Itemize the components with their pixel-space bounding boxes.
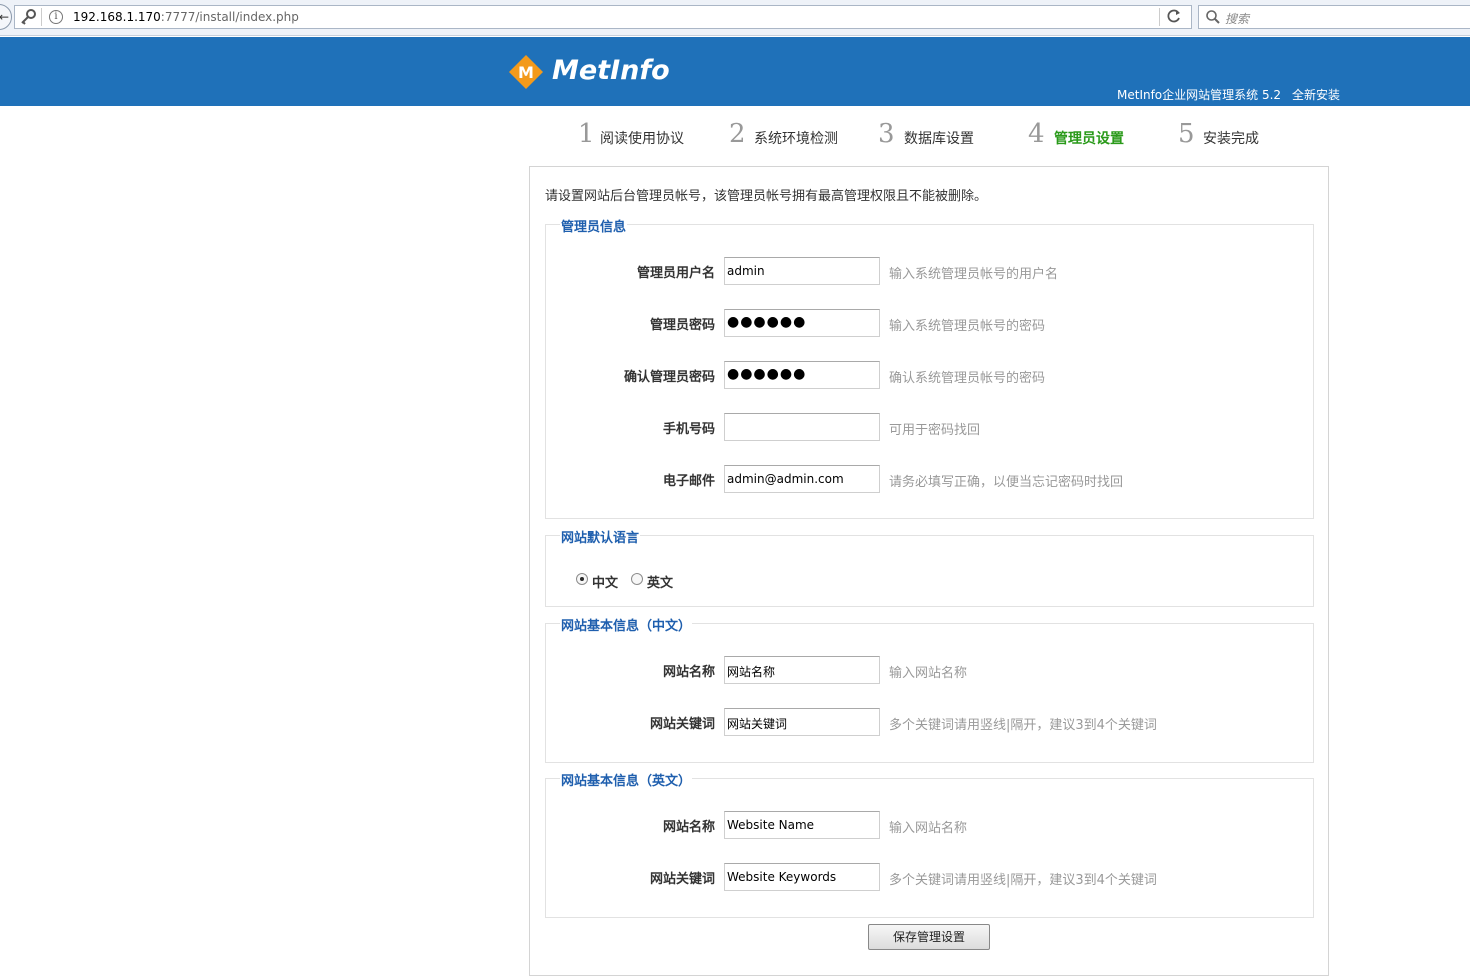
search-icon (1205, 9, 1221, 25)
section-title: 网站基本信息（中文） (560, 615, 693, 634)
step-label: 安装完成 (1203, 131, 1259, 147)
cn-keywords-row: 网站关键词 网站关键词 多个关键词请用竖线|隔开，建议3到4个关键词 (546, 708, 1315, 736)
confirm-password-input[interactable]: ●●●●●● (724, 361, 880, 389)
email-input[interactable]: admin@admin.com (724, 465, 880, 493)
field-label: 确认管理员密码 (623, 370, 715, 385)
field-hint: 多个关键词请用竖线|隔开，建议3到4个关键词 (889, 873, 1157, 888)
key-icon[interactable] (19, 8, 37, 26)
site-header: M MetInfo MetInfo企业网站管理系统 5.2 全新安装 (0, 37, 1470, 106)
field-hint: 输入网站名称 (889, 666, 968, 681)
step-label: 数据库设置 (904, 131, 974, 147)
divider (1159, 8, 1160, 26)
browser-toolbar: ← i 192.168.1.170:7777/install/index.php… (0, 0, 1470, 36)
system-version: MetInfo企业网站管理系统 5.2 (1117, 88, 1282, 102)
search-input[interactable]: 搜索 (1198, 5, 1470, 29)
intro-text: 请设置网站后台管理员帐号，该管理员帐号拥有最高管理权限且不能被删除。 (545, 189, 988, 204)
cn-keywords-input[interactable]: 网站关键词 (724, 708, 880, 736)
section-title: 管理员信息 (560, 216, 628, 235)
admin-username-input[interactable]: admin (724, 257, 880, 285)
field-label: 管理员用户名 (636, 266, 715, 281)
section-title: 网站基本信息（英文） (560, 770, 693, 789)
address-bar[interactable]: i 192.168.1.170:7777/install/index.php (14, 5, 1192, 29)
metinfo-logo-icon: M (508, 54, 544, 90)
field-label: 电子邮件 (662, 474, 715, 489)
admin-info-section: 管理员信息 管理员用户名 admin 输入系统管理员帐号的用户名 管理员密码 ●… (545, 216, 1315, 519)
field-hint: 可用于密码找回 (889, 423, 981, 438)
radio-label: 英文 (647, 576, 674, 591)
admin-password-input[interactable]: ●●●●●● (724, 309, 880, 337)
en-keywords-input[interactable]: Website Keywords (724, 863, 880, 891)
field-label: 手机号码 (662, 422, 715, 437)
basic-info-english-section: 网站基本信息（英文） 网站名称 Website Name 输入网站名称 网站关键… (545, 770, 1315, 918)
en-site-name-row: 网站名称 Website Name 输入网站名称 (546, 811, 1315, 839)
save-settings-button[interactable]: 保存管理设置 (868, 924, 990, 950)
phone-input[interactable] (724, 413, 880, 441)
step-label: 管理员设置 (1054, 131, 1124, 147)
step-label: 阅读使用协议 (600, 131, 684, 147)
field-hint: 请务必填写正确，以便当忘记密码时找回 (889, 475, 1124, 490)
field-label: 网站关键词 (649, 872, 715, 887)
en-keywords-row: 网站关键词 Website Keywords 多个关键词请用竖线|隔开，建议3到… (546, 863, 1315, 891)
field-hint: 输入系统管理员帐号的密码 (889, 319, 1046, 334)
confirm-password-row: 确认管理员密码 ●●●●●● 确认系统管理员帐号的密码 (546, 361, 1315, 389)
phone-row: 手机号码 可用于密码找回 (546, 413, 1315, 441)
radio-label: 中文 (592, 576, 619, 591)
info-icon[interactable]: i (49, 10, 63, 24)
basic-info-chinese-section: 网站基本信息（中文） 网站名称 网站名称 输入网站名称 网站关键词 网站关键词 … (545, 615, 1315, 763)
back-button[interactable]: ← (0, 4, 12, 30)
svg-text:M: M (518, 63, 534, 82)
default-language-section: 网站默认语言 中文 英文 (545, 527, 1314, 607)
email-row: 电子邮件 admin@admin.com 请务必填写正确，以便当忘记密码时找回 (546, 465, 1315, 493)
admin-username-row: 管理员用户名 admin 输入系统管理员帐号的用户名 (546, 257, 1315, 285)
reload-icon[interactable] (1165, 8, 1183, 26)
logo-text: MetInfo (552, 55, 670, 86)
step-label: 系统环境检测 (754, 131, 838, 147)
field-label: 网站关键词 (649, 717, 715, 732)
step-number: 1 (578, 119, 595, 149)
install-mode: 全新安装 (1292, 88, 1341, 102)
en-site-name-input[interactable]: Website Name (724, 811, 880, 839)
step-number: 5 (1178, 119, 1195, 149)
step-number: 2 (729, 119, 746, 149)
radio-unchecked-icon[interactable] (631, 573, 643, 585)
section-title: 网站默认语言 (560, 527, 641, 546)
admin-password-row: 管理员密码 ●●●●●● 输入系统管理员帐号的密码 (546, 309, 1315, 337)
url-text[interactable]: 192.168.1.170:7777/install/index.php (73, 10, 299, 24)
field-hint: 多个关键词请用竖线|隔开，建议3到4个关键词 (889, 718, 1157, 733)
field-label: 管理员密码 (649, 318, 715, 333)
step-number: 4 (1028, 119, 1045, 149)
field-label: 网站名称 (662, 665, 715, 680)
cn-site-name-row: 网站名称 网站名称 输入网站名称 (546, 656, 1315, 684)
radio-checked-icon[interactable] (576, 573, 588, 585)
field-hint: 输入系统管理员帐号的用户名 (889, 267, 1059, 282)
field-hint: 输入网站名称 (889, 821, 968, 836)
field-label: 网站名称 (662, 820, 715, 835)
divider (41, 8, 42, 26)
field-hint: 确认系统管理员帐号的密码 (889, 371, 1046, 386)
search-placeholder: 搜索 (1225, 12, 1250, 26)
cn-site-name-input[interactable]: 网站名称 (724, 656, 880, 684)
install-form-panel: 请设置网站后台管理员帐号，该管理员帐号拥有最高管理权限且不能被删除。 管理员信息… (529, 166, 1329, 976)
step-number: 3 (878, 119, 895, 149)
